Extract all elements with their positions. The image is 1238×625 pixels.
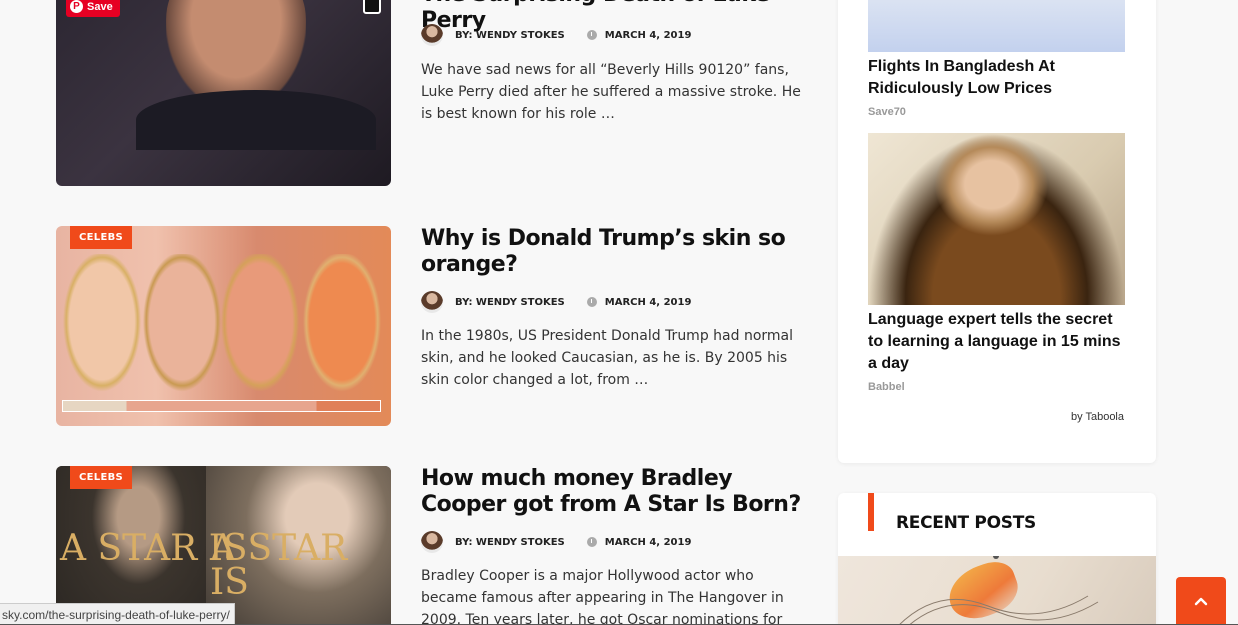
post-card: CELEBS Why is Donald Trump’s skin so ora…	[56, 226, 816, 426]
author-avatar[interactable]	[421, 24, 443, 46]
post-meta: BY: WENDY STOKES MARCH 4, 2019	[421, 531, 801, 553]
recent-posts-widget: RECENT POSTS	[838, 493, 1156, 625]
post-title[interactable]: Why is Donald Trump’s skin so orange?	[421, 226, 801, 278]
post-thumbnail[interactable]: P Save	[56, 0, 391, 186]
author-avatar[interactable]	[421, 531, 443, 553]
ad-title[interactable]: Flights In Bangladesh At Ridiculously Lo…	[868, 56, 1128, 100]
post-author[interactable]: BY: WENDY STOKES	[455, 30, 565, 41]
chevron-up-icon	[1194, 597, 1208, 606]
status-bar-url: sky.com/the-surprising-death-of-luke-per…	[0, 603, 235, 625]
post-date[interactable]: MARCH 4, 2019	[605, 30, 692, 41]
ad-title[interactable]: Language expert tells the secret to lear…	[868, 309, 1128, 375]
music-notes-decoration	[898, 556, 1099, 625]
thumbnail-image	[214, 254, 306, 404]
expand-icon[interactable]	[363, 0, 381, 14]
pinterest-save-button[interactable]: P Save	[66, 0, 120, 17]
post-card: P Save The Surprising Death of Luke Perr…	[56, 0, 816, 186]
post-excerpt: In the 1980s, US President Donald Trump …	[421, 328, 794, 388]
thumbnail-image	[56, 254, 148, 404]
post-excerpt: We have sad news for all “Beverly Hills …	[421, 62, 801, 122]
post-excerpt: Bradley Cooper is a major Hollywood acto…	[421, 568, 784, 625]
post-author[interactable]: BY: WENDY STOKES	[455, 297, 565, 308]
ad-image[interactable]	[868, 133, 1125, 305]
category-badge[interactable]: CELEBS	[70, 226, 132, 249]
recent-post-image[interactable]	[838, 556, 1156, 625]
post-meta: BY: WENDY STOKES MARCH 4, 2019	[421, 291, 801, 313]
skin-tone-bar	[62, 400, 381, 412]
post-author[interactable]: BY: WENDY STOKES	[455, 537, 565, 548]
pinterest-icon: P	[70, 0, 83, 13]
heading-accent	[868, 493, 874, 531]
back-to-top-button[interactable]	[1176, 577, 1226, 625]
post-date[interactable]: MARCH 4, 2019	[605, 537, 692, 548]
ad-source[interactable]: Save70	[868, 106, 906, 118]
thumbnail-image	[296, 254, 388, 404]
clock-icon	[586, 297, 597, 307]
recent-posts-heading: RECENT POSTS	[896, 513, 1036, 533]
poster-title: A STAR IS	[210, 528, 348, 603]
post-meta: BY: WENDY STOKES MARCH 4, 2019	[421, 24, 801, 46]
by-taboola-link[interactable]: by Taboola	[1071, 411, 1124, 423]
post-thumbnail[interactable]: A STAR IS A STAR IS CELEBS	[56, 466, 391, 625]
post-thumbnail[interactable]: CELEBS	[56, 226, 391, 426]
post-date[interactable]: MARCH 4, 2019	[605, 297, 692, 308]
post-card: A STAR IS A STAR IS CELEBS How much mone…	[56, 466, 816, 625]
author-avatar[interactable]	[421, 291, 443, 313]
ad-image[interactable]	[868, 0, 1125, 52]
thumbnail-image-detail	[136, 90, 376, 150]
ad-source[interactable]: Babbel	[868, 381, 905, 393]
post-title[interactable]: How much money Bradley Cooper got from A…	[421, 466, 801, 518]
clock-icon	[586, 537, 597, 547]
clock-icon	[586, 30, 597, 40]
pin-save-label: Save	[87, 0, 113, 13]
taboola-widget: Flights In Bangladesh At Ridiculously Lo…	[838, 0, 1156, 463]
category-badge[interactable]: CELEBS	[70, 466, 132, 489]
